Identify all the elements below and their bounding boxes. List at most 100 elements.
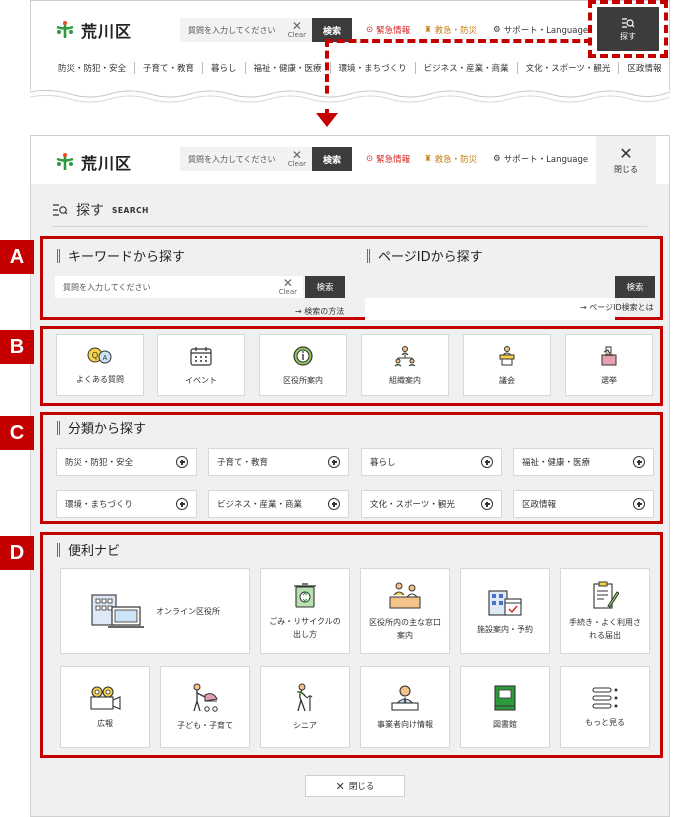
pageid-section-title: ページIDから探す	[367, 246, 483, 265]
emergency-info-link[interactable]: ⊙ 緊急情報	[366, 153, 410, 165]
category-label: 環境・まちづくり	[65, 500, 134, 510]
title-bar	[57, 248, 60, 263]
plus-icon	[481, 456, 493, 468]
logo-mark-icon	[56, 153, 74, 170]
navi-item-procedures[interactable]: 手続き・よく利用される届出	[560, 568, 650, 654]
category-label: 区政情報	[522, 500, 557, 510]
event-card[interactable]: イベント	[157, 334, 245, 396]
pageid-input[interactable]	[365, 298, 615, 320]
faq-card[interactable]: Q A よくある質問	[56, 334, 144, 396]
category-item[interactable]: ビジネス・産業・商業	[208, 490, 349, 518]
navi-item-library[interactable]: 図書館	[460, 666, 550, 748]
search-button[interactable]: 検索	[312, 147, 352, 171]
close-icon: ✕	[619, 143, 633, 163]
close-icon: ✕	[291, 19, 302, 33]
clear-label: Clear	[278, 288, 297, 296]
alert-icon: ⊙	[366, 25, 374, 35]
keyword-search-button[interactable]: 検索	[305, 276, 345, 298]
category-item[interactable]: 区政情報	[513, 490, 654, 518]
assembly-card[interactable]: 議会	[463, 334, 551, 396]
election-card[interactable]: 選挙	[565, 334, 653, 396]
nav-item[interactable]: 文化・スポーツ・観光	[518, 62, 620, 74]
logo-text: 荒川区	[81, 22, 133, 41]
navi-item-children[interactable]: 子ども・子育て	[160, 666, 250, 748]
support-label: サポート・Language	[503, 26, 589, 36]
pageid-search-button[interactable]: 検索	[615, 276, 655, 298]
modal-close-button[interactable]: ✕ 閉じる	[596, 136, 656, 184]
organization-card[interactable]: 組織案内	[361, 334, 449, 396]
organization-label: 組織案内	[389, 375, 421, 385]
podium-icon	[499, 345, 515, 365]
navi-item-pr[interactable]: 広報	[60, 666, 150, 748]
nav-item[interactable]: 区政情報	[619, 62, 669, 74]
logo-mark-icon	[56, 21, 74, 38]
navi-label: シニア	[293, 720, 317, 730]
keyword-input[interactable]: 質問を入力してください ✕ Clear	[55, 276, 303, 298]
emergency-info-label: 緊急情報	[376, 26, 411, 36]
navi-item-counters[interactable]: 区役所内の主な窓口案内	[360, 568, 450, 654]
bell-icon: ♜	[424, 154, 432, 164]
navi-item-business[interactable]: 事業者向け情報	[360, 666, 450, 748]
clear-button[interactable]: ✕ Clear	[287, 149, 306, 168]
pageid-about-link[interactable]: → ページID検索とは	[580, 302, 654, 313]
nav-item[interactable]: 環境・まちづくり	[331, 62, 416, 74]
clear-label: Clear	[287, 160, 306, 168]
nav-item[interactable]: 暮らし	[203, 62, 246, 74]
site-logo[interactable]: 荒川区	[55, 18, 132, 42]
senior-cane-icon	[296, 683, 313, 711]
divider	[52, 226, 647, 227]
faq-label: よくある質問	[76, 374, 124, 384]
disaster-link[interactable]: ♜ 救急・防災	[424, 24, 477, 36]
reception-desk-icon	[389, 582, 421, 609]
clear-label: Clear	[287, 31, 306, 39]
calendar-icon	[190, 346, 212, 366]
navi-item-facilities[interactable]: 施設案内・予約	[460, 568, 550, 654]
modal-title-text: 探す	[76, 203, 104, 219]
navi-label: 図書館	[493, 719, 517, 729]
search-menu-icon	[53, 204, 68, 216]
disaster-label: 救急・防災	[434, 155, 478, 165]
category-item[interactable]: 文化・スポーツ・観光	[361, 490, 502, 518]
modal-title-en: SEARCH	[112, 205, 149, 215]
navi-section-title: 便利ナビ	[57, 540, 120, 559]
title-bar	[57, 542, 60, 557]
disaster-link[interactable]: ♜ 救急・防災	[424, 153, 477, 165]
category-item[interactable]: 子育て・教育	[208, 448, 349, 476]
search-input[interactable]: 質問を入力してください ✕ Clear	[180, 147, 312, 171]
svg-text:A: A	[103, 355, 108, 362]
label-b: B	[0, 330, 34, 364]
navi-item-garbage[interactable]: ごみ・リサイクルの出し方	[260, 568, 350, 654]
ballot-box-icon	[601, 346, 617, 365]
organization-icon	[394, 345, 416, 366]
plus-icon	[633, 456, 645, 468]
nav-item[interactable]: 防災・防犯・安全	[50, 62, 136, 74]
election-label: 選挙	[601, 375, 617, 385]
modal-logo[interactable]: 荒川区	[55, 150, 132, 174]
navi-label: ごみ・リサイクルの出し方	[269, 617, 341, 639]
category-item[interactable]: 環境・まちづくり	[56, 490, 197, 518]
title-bar	[57, 420, 60, 435]
navi-item-more[interactable]: もっと見る	[560, 666, 650, 748]
nav-item[interactable]: 福祉・健康・医療	[246, 62, 331, 74]
close-bottom-button[interactable]: ✕ 閉じる	[305, 775, 405, 797]
nav-item[interactable]: ビジネス・産業・商業	[416, 62, 518, 74]
search-howto-link[interactable]: → 検索の方法	[295, 306, 344, 317]
clear-button[interactable]: ✕ Clear	[278, 276, 297, 296]
emergency-info-link[interactable]: ⊙ 緊急情報	[366, 24, 410, 36]
support-link[interactable]: ⚙ サポート・Language	[493, 153, 588, 165]
arrow-down-icon	[316, 113, 338, 127]
office-guide-label: 区役所案内	[283, 375, 323, 385]
online-office-card[interactable]: オンライン区役所	[60, 568, 250, 654]
clear-button[interactable]: ✕ Clear	[287, 19, 306, 39]
nav-item[interactable]: 子育て・教育	[135, 62, 204, 74]
category-item[interactable]: 暮らし	[361, 448, 502, 476]
category-label: 福祉・健康・医療	[522, 458, 591, 468]
navi-item-senior[interactable]: シニア	[260, 666, 350, 748]
search-input[interactable]: 質問を入力してください ✕ Clear	[180, 18, 312, 42]
category-item[interactable]: 福祉・健康・医療	[513, 448, 654, 476]
close-icon: ✕	[282, 276, 293, 290]
category-item[interactable]: 防災・防犯・安全	[56, 448, 197, 476]
office-guide-card[interactable]: 区役所案内	[259, 334, 347, 396]
support-link[interactable]: ⚙ サポート・Language	[493, 24, 588, 36]
modal-header-search: 質問を入力してください ✕ Clear 検索	[180, 147, 352, 171]
